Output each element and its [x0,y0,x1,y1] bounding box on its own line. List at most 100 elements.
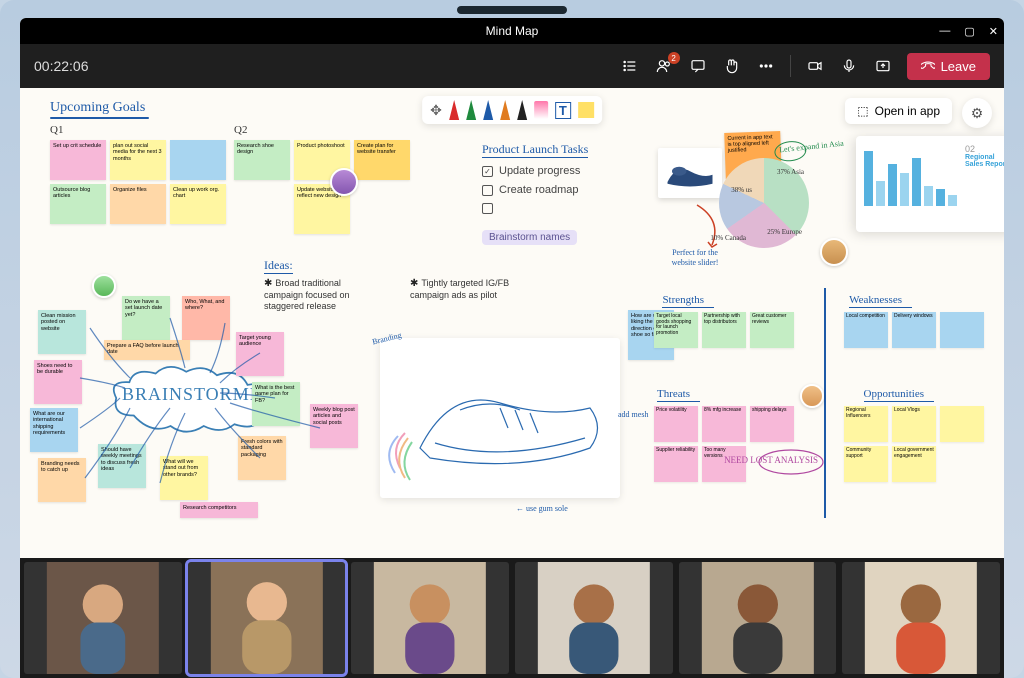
bar-chart [864,144,957,206]
sticky-note-tool-icon[interactable] [578,102,594,118]
sticky-note[interactable]: Price volatility [654,406,698,442]
sticky-note[interactable]: Target local goods shopping for launch p… [654,312,698,348]
checkbox-checked-icon[interactable]: ✓ [482,166,493,177]
shoe-photo[interactable] [658,148,722,198]
pen-black[interactable] [517,100,527,120]
sticky-note[interactable]: Research competitors [180,502,258,518]
brainstorm-pill[interactable]: Brainstorm names [482,230,577,245]
checkbox-icon[interactable] [482,203,493,214]
user-avatar[interactable] [820,238,848,266]
sticky-note[interactable]: Should have weekly meetings to discuss f… [98,444,146,488]
user-avatar[interactable] [330,168,358,196]
sticky-note[interactable]: Community support [844,446,888,482]
chart-number: 02 [965,144,1004,154]
pen-red[interactable] [449,100,459,120]
sticky-note[interactable]: Regional Influencers [844,406,888,442]
sticky-note[interactable]: Target young audience [236,332,284,376]
sticky-note[interactable]: Organize files [110,184,166,224]
sticky-note[interactable] [170,140,226,180]
text-tool-icon[interactable]: T [555,102,571,119]
sticky-note[interactable]: What will we stand out from other brands… [160,456,208,500]
pie-label: 38% us [731,186,752,194]
chart-card[interactable]: 02 Regional Sales Report [856,136,1004,232]
task-item[interactable] [482,203,588,214]
participant-tile[interactable] [515,562,673,674]
pie-label: 10% Canada [710,234,746,242]
sticky-note[interactable]: plan out social media for the next 3 mon… [110,140,166,180]
sticky-note[interactable]: Partnership with top distributors [702,312,746,348]
swot-threats-title: Threats [657,388,690,400]
participant-tile[interactable] [679,562,837,674]
pen-blue[interactable] [483,100,493,120]
participant-strip [20,558,1004,678]
user-avatar[interactable] [92,274,116,298]
sticky-note[interactable]: Create plan for website transfer [354,140,410,180]
goals-title: Upcoming Goals [50,100,145,116]
whiteboard-canvas[interactable]: ✥ T ⬚ Open in app ⚙ Upcoming Goals Q1 Q2 [20,88,1004,558]
raise-hand-icon[interactable] [722,56,742,76]
sticky-note[interactable]: Fresh colors with standard packaging [238,436,286,480]
swot-strengths-title: Strengths [662,294,704,306]
eraser-tool[interactable] [534,101,548,119]
idea-item: ✱Broad traditional campaign focused on s… [264,278,374,312]
maximize-button[interactable]: ▢ [964,25,974,38]
sticky-note[interactable]: Local competition [844,312,888,348]
sticky-note[interactable] [940,312,984,348]
shoe-sketch[interactable] [380,338,620,498]
task-item[interactable]: ✓Update progress [482,165,588,177]
app-window: Mind Map — ▢ ✕ 00:22:06 2 Leave [20,18,1004,678]
sticky-note[interactable]: Local government engagement [892,446,936,482]
sticky-note[interactable]: Do we have a set launch date yet? [122,296,170,340]
pie-label: 25% Europe [767,228,802,236]
more-icon[interactable] [756,56,776,76]
pen-orange[interactable] [500,100,510,120]
tasks-title: Product Launch Tasks [482,142,588,158]
open-in-app-button[interactable]: ⬚ Open in app [845,98,952,124]
sticky-note[interactable]: Supplier reliability [654,446,698,482]
sticky-note[interactable]: Clean up work org. chart [170,184,226,224]
titlebar: Mind Map — ▢ ✕ [20,18,1004,44]
move-tool-icon[interactable]: ✥ [430,102,442,119]
participant-tile-active[interactable] [188,562,346,674]
chart-title: Regional Sales Report [965,154,1004,168]
sticky-note[interactable]: Great customer reviews [750,312,794,348]
chat-icon[interactable] [688,56,708,76]
sticky-note[interactable]: What are our international shipping requ… [30,408,78,452]
close-button[interactable]: ✕ [989,25,998,38]
participant-tile[interactable] [351,562,509,674]
sticky-note[interactable]: Clean mission posted on website [38,310,86,354]
task-checklist: Product Launch Tasks ✓Update progress Cr… [482,142,588,221]
sticky-note[interactable]: Outsource blog articles [50,184,106,224]
gear-icon: ⚙ [971,105,984,122]
bar [924,186,933,206]
participant-tile[interactable] [842,562,1000,674]
device-notch [457,6,567,14]
people-icon[interactable]: 2 [654,56,674,76]
sticky-note[interactable]: Set up crit schedule [50,140,106,180]
sticky-note[interactable]: Weekly blog post articles and social pos… [310,404,358,448]
share-icon[interactable] [873,56,893,76]
participant-tile[interactable] [24,562,182,674]
sticky-note[interactable]: shipping delays [750,406,794,442]
idea-item: ✱Tightly targeted IG/FB campaign ads as … [410,278,530,301]
user-avatar[interactable] [800,384,824,408]
sticky-note[interactable]: Branding needs to catch up [38,458,86,502]
camera-icon[interactable] [805,56,825,76]
leave-button[interactable]: Leave [907,53,990,80]
task-item[interactable]: Create roadmap [482,184,588,196]
sticky-note[interactable]: Who, What, and where? [182,296,230,340]
sticky-note[interactable]: Research shoe design [234,140,290,180]
sticky-note[interactable] [940,406,984,442]
sticky-note[interactable]: 8% mfg increase [702,406,746,442]
pen-green[interactable] [466,100,476,120]
sticky-note[interactable]: What is the best game plan for FB? [252,382,300,426]
list-icon[interactable] [620,56,640,76]
sticky-note[interactable]: Delivery windows [892,312,936,348]
minimize-button[interactable]: — [939,25,950,37]
sticky-note[interactable]: Local Vlogs [892,406,936,442]
settings-button[interactable]: ⚙ [962,98,992,128]
sticky-note[interactable]: Shoes need to be durable [34,360,82,404]
sticky-note[interactable]: Prepare a FAQ before launch date [104,340,190,360]
mic-icon[interactable] [839,56,859,76]
checkbox-icon[interactable] [482,185,493,196]
